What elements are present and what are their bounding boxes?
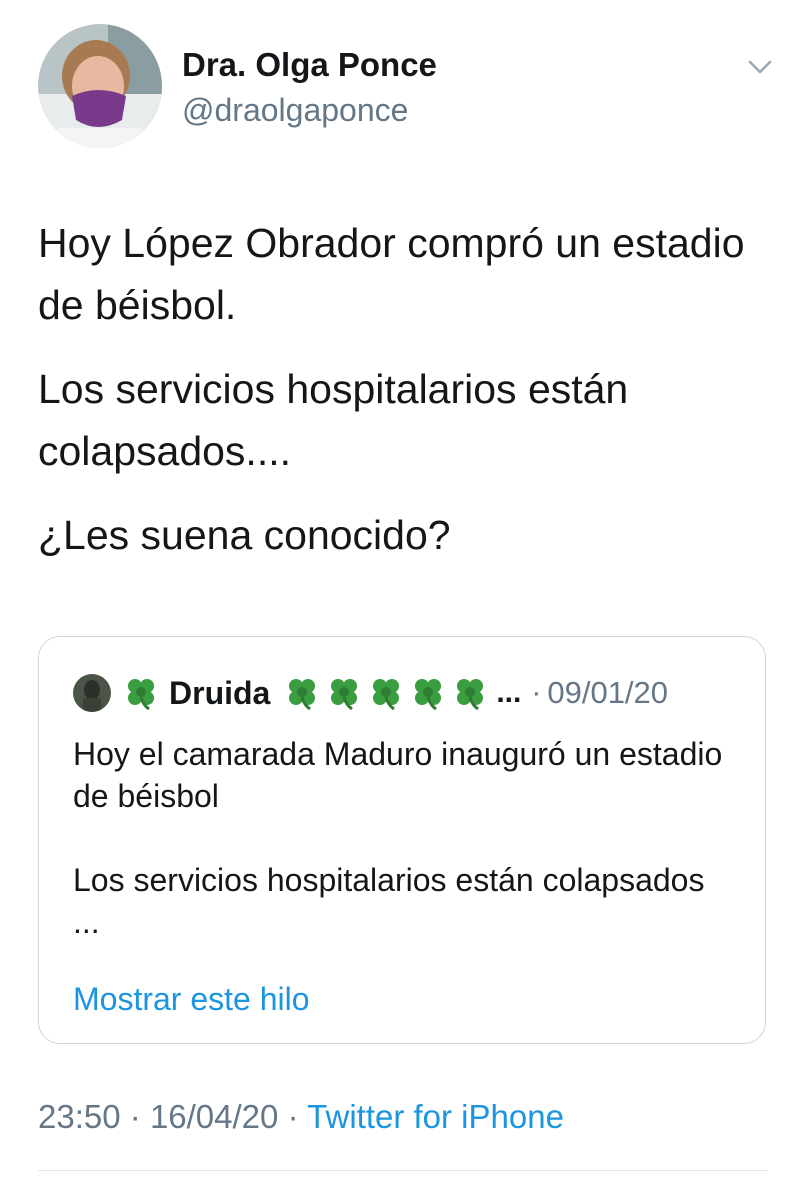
four-leaf-clover-icon bbox=[368, 675, 404, 711]
divider bbox=[38, 1170, 768, 1171]
show-thread-link[interactable]: Mostrar este hilo bbox=[73, 981, 310, 1018]
separator: · bbox=[287, 1098, 299, 1135]
tweet-paragraph: Los servicios hospitalarios están colaps… bbox=[38, 366, 629, 474]
four-leaf-clover-icon bbox=[410, 675, 446, 711]
four-leaf-clover-icon bbox=[452, 675, 488, 711]
four-leaf-clover-icon bbox=[123, 675, 159, 711]
quoted-author-name: Druida bbox=[169, 674, 271, 711]
profile-photo-icon bbox=[38, 24, 162, 148]
author-display-name[interactable]: Dra. Olga Ponce bbox=[182, 46, 437, 84]
quoted-author-avatar bbox=[73, 674, 111, 712]
name-truncation: ... bbox=[496, 676, 522, 709]
tweet-time: 23:50 bbox=[38, 1098, 121, 1135]
quoted-tweet-text: Hoy el camarada Maduro inauguró un estad… bbox=[73, 733, 733, 985]
tweet-paragraph: Hoy López Obrador compró un estadio de b… bbox=[38, 220, 745, 328]
quoted-paragraph: Hoy el camarada Maduro inauguró un estad… bbox=[73, 736, 723, 814]
quoted-paragraph: Los servicios hospitalarios están colaps… bbox=[73, 862, 705, 940]
quoted-tweet-date: 09/01/20 bbox=[547, 675, 669, 710]
quoted-tweet-header: Druida ... · 09/01/20 bbox=[73, 673, 668, 713]
author-avatar[interactable] bbox=[38, 24, 162, 148]
four-leaf-clover-icon bbox=[284, 675, 320, 711]
tweet-source-link[interactable]: Twitter for iPhone bbox=[307, 1098, 564, 1135]
tweet-text: Hoy López Obrador compró un estadio de b… bbox=[38, 212, 778, 588]
separator: · bbox=[531, 676, 542, 709]
chevron-down-icon[interactable] bbox=[744, 54, 776, 80]
tweet-date: 16/04/20 bbox=[149, 1098, 279, 1135]
tweet-meta: 23:50 · 16/04/20 · Twitter for iPhone bbox=[38, 1098, 564, 1136]
tweet-paragraph: ¿Les suena conocido? bbox=[38, 512, 451, 558]
separator: · bbox=[129, 1098, 141, 1135]
four-leaf-clover-icon bbox=[326, 675, 362, 711]
quoted-tweet-card[interactable]: Druida ... · 09/01/20 Hoy el camarada Ma… bbox=[38, 636, 766, 1044]
author-handle[interactable]: @draolgaponce bbox=[182, 92, 408, 129]
